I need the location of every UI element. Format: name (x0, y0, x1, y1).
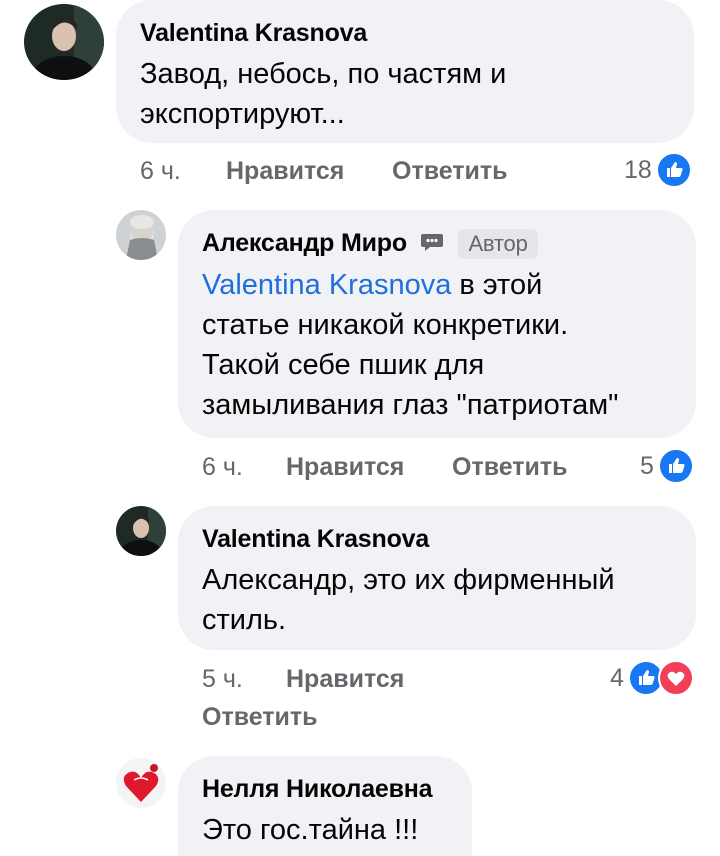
comment-text-line: экспортируют... (140, 98, 345, 130)
like-button[interactable]: Нравится (286, 664, 404, 694)
comment-author[interactable]: Valentina Krasnova (140, 18, 670, 48)
comment-bubble: Valentina Krasnova Александр, это их фир… (178, 506, 696, 650)
comment-author[interactable]: Нелля Николаевна (202, 774, 448, 804)
like-icon (657, 448, 694, 484)
comment-author[interactable]: Александр Миро (202, 229, 407, 257)
avatar[interactable] (116, 506, 166, 556)
comment-time[interactable]: 6 ч. (140, 156, 181, 186)
comment-text-line: стиль. (202, 604, 287, 636)
comment-text-line: Такой себе пшик для (202, 349, 485, 382)
reply-button[interactable]: Ответить (392, 156, 508, 186)
reply-button[interactable]: Ответить (202, 702, 318, 732)
comment-actions: 5 ч. Нравится Ответить (202, 664, 602, 734)
comment-text-line: статье никакой конкретики. (202, 309, 569, 342)
reaction-count: 18 (624, 156, 652, 184)
comment-bubble: Нелля Николаевна Это гос.тайна !!! (178, 756, 472, 856)
comment-text: Александр, это их фирменный стиль. (202, 560, 672, 640)
comment-time[interactable]: 5 ч. (202, 664, 243, 694)
mention-link[interactable]: Valentina Krasnova (202, 269, 451, 301)
reaction-summary[interactable]: 5 (640, 448, 694, 484)
like-icon (655, 152, 692, 188)
reaction-count: 4 (610, 664, 624, 692)
avatar[interactable] (116, 758, 166, 808)
comment-time[interactable]: 6 ч. (202, 452, 243, 482)
comment-actions: 6 ч. Нравится Ответить (140, 156, 700, 186)
comment-author-row: Александр Миро Автор (202, 228, 672, 260)
avatar[interactable] (24, 4, 104, 80)
comment-actions: 6 ч. Нравится Ответить (202, 452, 662, 482)
comment-text: Valentina Krasnova в этой статье никакой… (202, 265, 672, 425)
comment-text-line: замыливания глаз "патриотам" (202, 389, 619, 422)
comment-text-line: Завод, небось, по частям и (140, 58, 507, 90)
comment-text: Это гос.тайна !!! (202, 810, 448, 850)
comment-text-line: Это гос.тайна !!! (202, 814, 419, 846)
comment-text-line: Valentina Krasnova в этой (202, 265, 672, 305)
comment-text-fragment: в этой (451, 269, 543, 302)
reaction-summary[interactable]: 4 (610, 660, 694, 696)
reaction-count: 5 (640, 452, 654, 480)
comment-bubble: Александр Миро Автор Valentina Krasnova … (178, 210, 696, 438)
like-button[interactable]: Нравится (226, 156, 344, 186)
chat-bubble-icon (420, 229, 444, 259)
reaction-summary[interactable]: 18 (624, 152, 692, 188)
comment-bubble: Valentina Krasnova Завод, небось, по час… (116, 0, 694, 143)
heart-icon (657, 660, 694, 696)
comment-text: Завод, небось, по частям и экспортируют.… (140, 54, 670, 134)
comment-author[interactable]: Valentina Krasnova (202, 524, 672, 554)
author-badge: Автор (458, 229, 538, 260)
comment-text-line: Александр, это их фирменный (202, 564, 615, 596)
avatar[interactable] (116, 210, 166, 260)
like-button[interactable]: Нравится (286, 452, 404, 482)
reply-button[interactable]: Ответить (452, 452, 568, 482)
